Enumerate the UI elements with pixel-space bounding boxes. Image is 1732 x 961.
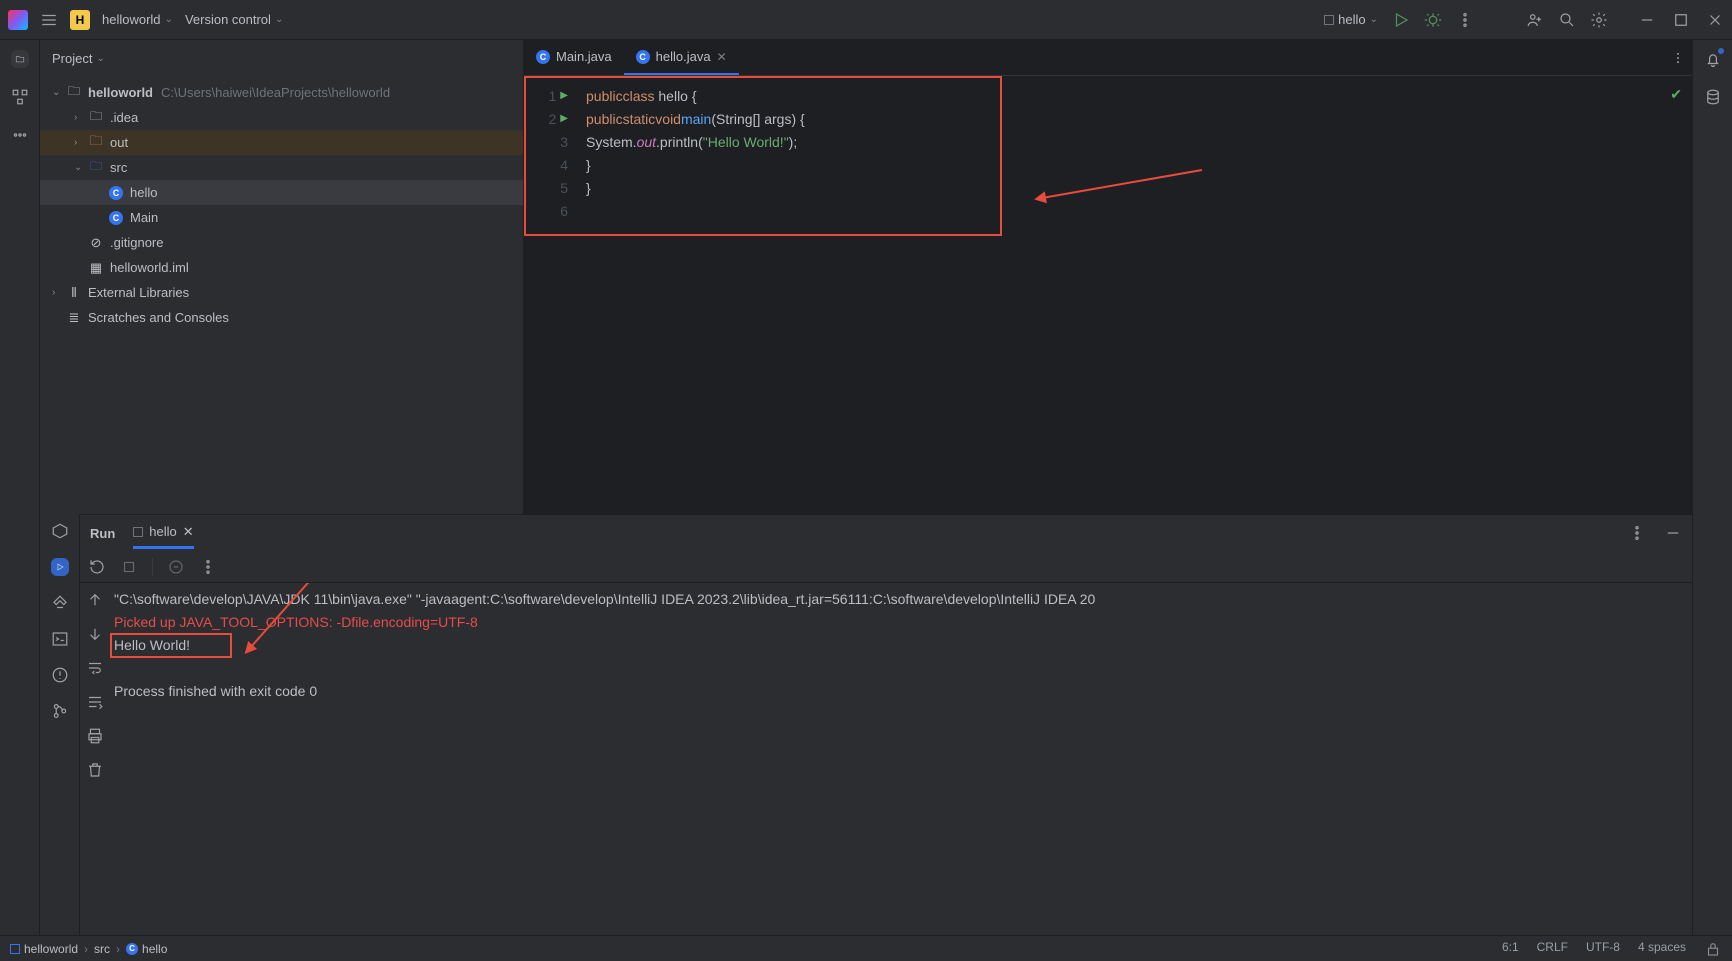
run-label: Run bbox=[90, 520, 115, 547]
editor-gutter: 1▶ 2▶ 3 4 5 6 bbox=[524, 76, 574, 514]
exit-icon[interactable] bbox=[167, 558, 185, 576]
main-menu-icon[interactable] bbox=[40, 11, 58, 29]
tree-hello[interactable]: Chello bbox=[40, 180, 523, 205]
project-badge: H bbox=[70, 10, 90, 30]
run-tab-hello[interactable]: hello✕ bbox=[133, 518, 193, 549]
stop-icon[interactable] bbox=[120, 558, 138, 576]
project-panel-title: Project bbox=[52, 51, 92, 66]
tree-src[interactable]: ⌄🗀src bbox=[40, 155, 523, 180]
maximize-icon[interactable] bbox=[1672, 11, 1690, 29]
run-tool-icon[interactable] bbox=[51, 558, 69, 576]
rerun-icon[interactable] bbox=[88, 558, 106, 576]
hide-panel-icon[interactable] bbox=[1664, 524, 1682, 542]
scroll-end-icon[interactable] bbox=[86, 693, 104, 711]
tab-hello-java[interactable]: Chello.java✕ bbox=[624, 40, 739, 75]
softwrap-icon[interactable] bbox=[86, 659, 104, 677]
gutter-run-icon[interactable]: ▶ bbox=[560, 90, 568, 101]
debug-icon[interactable] bbox=[1424, 11, 1442, 29]
close-icon[interactable] bbox=[1706, 11, 1724, 29]
tree-idea[interactable]: ›🗀.idea bbox=[40, 105, 523, 130]
vcs-dropdown[interactable]: Version control⌄ bbox=[185, 12, 283, 27]
tree-scratches[interactable]: ≣Scratches and Consoles bbox=[40, 305, 523, 330]
run-menu-icon[interactable] bbox=[1628, 524, 1646, 542]
trash-icon[interactable] bbox=[86, 761, 104, 779]
terminal-tool-icon[interactable] bbox=[51, 630, 69, 648]
editor-menu-icon[interactable] bbox=[1664, 40, 1692, 75]
overflow-icon[interactable] bbox=[199, 558, 217, 576]
console-output[interactable]: "C:\software\develop\JAVA\JDK 11\bin\jav… bbox=[110, 583, 1692, 935]
close-tab-icon: ✕ bbox=[717, 50, 727, 64]
up-stack-icon[interactable] bbox=[86, 591, 104, 609]
structure-tool-icon[interactable] bbox=[11, 88, 29, 106]
analysis-ok-icon[interactable]: ✔ bbox=[1670, 86, 1682, 103]
project-tool-icon[interactable] bbox=[11, 50, 29, 68]
problems-tool-icon[interactable] bbox=[51, 666, 69, 684]
tree-root[interactable]: ⌄🗀helloworldC:\Users\haiwei\IdeaProjects… bbox=[40, 80, 523, 105]
breadcrumb[interactable]: Chello bbox=[126, 942, 167, 956]
more-icon[interactable] bbox=[1456, 11, 1474, 29]
settings-icon[interactable] bbox=[1590, 11, 1608, 29]
tab-main-java[interactable]: CMain.java bbox=[524, 40, 624, 75]
minimize-icon[interactable] bbox=[1638, 11, 1656, 29]
status-encoding[interactable]: UTF-8 bbox=[1586, 940, 1620, 958]
database-tool-icon[interactable] bbox=[1704, 88, 1722, 106]
status-eol[interactable]: CRLF bbox=[1537, 940, 1568, 958]
status-indent[interactable]: 4 spaces bbox=[1638, 940, 1686, 958]
services-tool-icon[interactable] bbox=[51, 522, 69, 540]
project-panel-header[interactable]: Project ⌄ bbox=[40, 40, 523, 76]
build-tool-icon[interactable] bbox=[51, 594, 69, 612]
print-icon[interactable] bbox=[86, 727, 104, 745]
down-stack-icon[interactable] bbox=[86, 625, 104, 643]
tree-extlib[interactable]: ›⫴External Libraries bbox=[40, 280, 523, 305]
notifications-icon[interactable] bbox=[1704, 50, 1722, 68]
tree-out[interactable]: ›🗀out bbox=[40, 130, 523, 155]
readonly-lock-icon[interactable] bbox=[1704, 940, 1722, 958]
run-config-dropdown[interactable]: hello⌄ bbox=[1324, 12, 1378, 27]
tree-gitignore[interactable]: ⊘.gitignore bbox=[40, 230, 523, 255]
status-caret[interactable]: 6:1 bbox=[1502, 940, 1519, 958]
overflow-tool-icon[interactable] bbox=[11, 126, 29, 144]
code-with-me-icon[interactable] bbox=[1526, 11, 1544, 29]
breadcrumb[interactable]: src bbox=[94, 942, 110, 956]
vcs-tool-icon[interactable] bbox=[51, 702, 69, 720]
tree-main[interactable]: CMain bbox=[40, 205, 523, 230]
project-dropdown[interactable]: helloworld⌄ bbox=[102, 12, 173, 27]
run-icon[interactable] bbox=[1392, 11, 1410, 29]
annotation-arrow bbox=[1032, 168, 1212, 208]
gutter-run-icon[interactable]: ▶ bbox=[560, 113, 568, 124]
breadcrumb[interactable]: helloworld bbox=[10, 942, 78, 956]
search-icon[interactable] bbox=[1558, 11, 1576, 29]
code-editor[interactable]: public class hello { public static void … bbox=[574, 76, 805, 514]
tree-iml[interactable]: ▦helloworld.iml bbox=[40, 255, 523, 280]
app-icon bbox=[8, 10, 28, 30]
